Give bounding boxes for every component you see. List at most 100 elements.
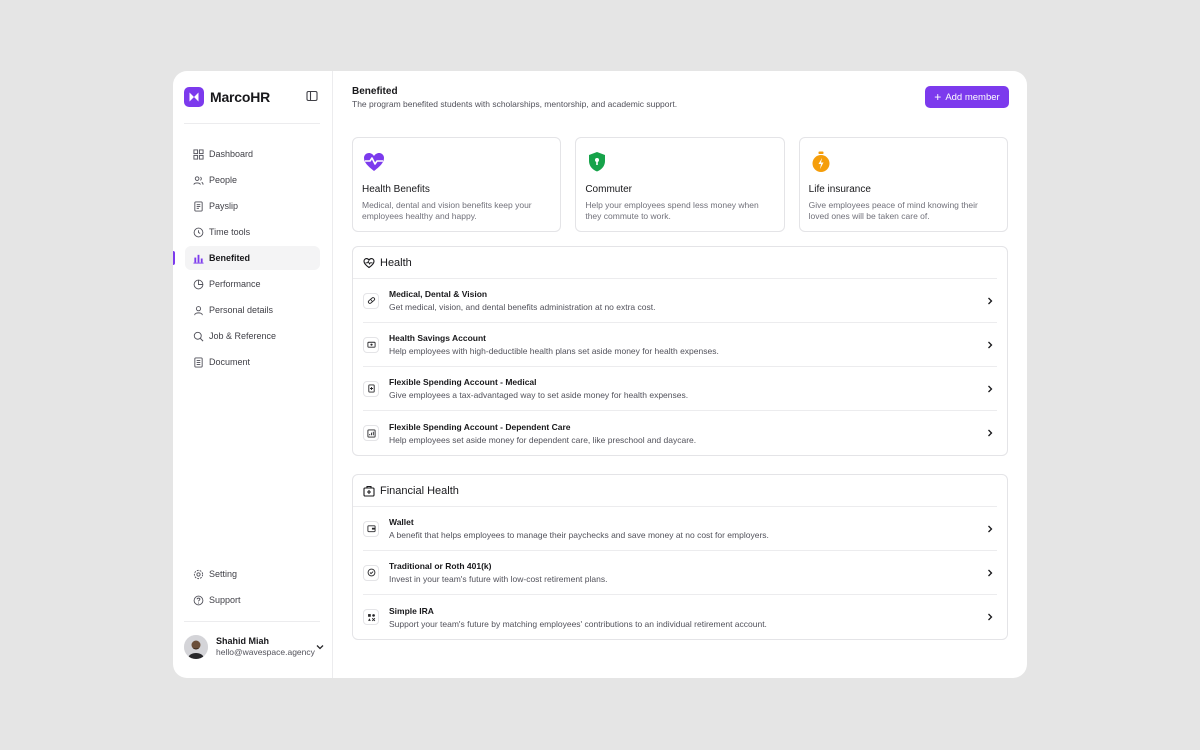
chevron-right-icon[interactable]	[985, 340, 995, 350]
sidebar-item-benefited[interactable]: Benefited	[173, 246, 320, 270]
list-item[interactable]: Wallet A benefit that helps employees to…	[363, 507, 997, 551]
heart-pulse-icon	[362, 150, 386, 174]
list-item[interactable]: Medical, Dental & Vision Get medical, vi…	[363, 279, 997, 323]
chevron-right-icon[interactable]	[985, 568, 995, 578]
add-member-label: Add member	[945, 91, 1000, 103]
search-icon	[193, 331, 204, 341]
sidebar-item-label: Performance	[209, 279, 261, 289]
card-health-benefits[interactable]: Health Benefits Medical, dental and visi…	[352, 137, 562, 232]
logo-icon	[184, 87, 204, 107]
clock-icon	[193, 227, 204, 237]
document-icon	[194, 356, 203, 368]
sidebar-item-label: Support	[209, 595, 241, 605]
page-subtitle: The program benefited students with scho…	[352, 99, 678, 109]
avatar	[184, 635, 208, 659]
user-profile[interactable]: Shahid Miah hello@wavespace.agency	[184, 635, 324, 659]
sidebar-item-label: Time tools	[209, 227, 251, 237]
chevron-down-icon[interactable]	[315, 642, 325, 652]
section-title: Financial Health	[380, 484, 459, 497]
row-title: Traditional or Roth 401(k)	[389, 561, 492, 571]
app-window: MarcoHR Dashboard People Payslip Time to…	[173, 71, 1027, 678]
pill-icon	[363, 292, 379, 309]
row-title: Flexible Spending Account - Medical	[389, 377, 537, 387]
row-description: Help employees with high-deductible heal…	[389, 346, 719, 356]
sidebar-item-people[interactable]: People	[185, 168, 320, 192]
plus-icon: +	[934, 90, 942, 104]
card-description: Give employees peace of mind knowing the…	[808, 200, 978, 221]
card-description: Help your employees spend less money whe…	[585, 200, 759, 221]
brand-name: MarcoHR	[210, 89, 271, 105]
card-title: Health Benefits	[362, 184, 430, 195]
sidebar-item-label: Benefited	[209, 253, 251, 263]
row-title: Simple IRA	[389, 605, 434, 616]
sidebar: MarcoHR Dashboard People Payslip Time to…	[173, 71, 333, 678]
chevron-right-icon[interactable]	[985, 296, 995, 306]
grid-icon	[193, 148, 204, 160]
sidebar-divider	[184, 123, 320, 124]
chevron-right-icon[interactable]	[985, 612, 995, 622]
main-content: Benefited The program benefited students…	[333, 71, 1027, 678]
sidebar-item-time-tools[interactable]: Time tools	[185, 220, 320, 244]
chart-box-icon	[363, 425, 379, 441]
financial-health-section: Financial Health Wallet A benefit that h…	[352, 474, 1008, 640]
sidebar-item-document[interactable]: Document	[185, 350, 320, 374]
chevron-right-icon[interactable]	[985, 524, 995, 534]
sidebar-item-setting[interactable]: Setting	[185, 562, 320, 586]
sidebar-divider	[184, 621, 320, 622]
sidebar-item-payslip[interactable]: Payslip	[185, 194, 320, 218]
sidebar-item-label: Document	[209, 357, 251, 367]
row-title: Medical, Dental & Vision	[389, 289, 488, 299]
wallet-icon	[363, 520, 379, 537]
sidebar-toggle-icon[interactable]	[306, 90, 320, 104]
user-email: hello@wavespace.agency	[216, 647, 315, 658]
sidebar-item-support[interactable]: Support	[185, 588, 320, 612]
row-description: Support your team's future by matching e…	[389, 618, 767, 629]
list-item[interactable]: Flexible Spending Account - Dependent Ca…	[363, 411, 997, 455]
card-description: Medical, dental and vision benefits keep…	[362, 200, 532, 221]
row-title: Flexible Spending Account - Dependent Ca…	[389, 421, 571, 432]
sidebar-item-label: Setting	[209, 569, 238, 579]
list-item[interactable]: Flexible Spending Account - Medical Give…	[363, 367, 997, 411]
sidebar-nav: Dashboard People Payslip Time tools Bene…	[173, 142, 320, 376]
chevron-right-icon[interactable]	[985, 428, 995, 438]
bar-chart-icon	[193, 254, 204, 264]
chevron-right-icon[interactable]	[985, 384, 995, 394]
heart-icon	[363, 257, 375, 268]
section-header: Financial Health	[353, 475, 997, 507]
sidebar-item-dashboard[interactable]: Dashboard	[185, 142, 320, 166]
sidebar-item-personal-details[interactable]: Personal details	[185, 298, 320, 322]
user-name: Shahid Miah	[216, 636, 270, 647]
sidebar-item-label: Dashboard	[209, 149, 254, 159]
page-header: Benefited The program benefited students…	[352, 86, 677, 109]
sidebar-item-job-reference[interactable]: Job & Reference	[185, 324, 320, 348]
add-member-button[interactable]: + Add member	[925, 86, 1009, 108]
sidebar-item-label: Job & Reference	[209, 331, 277, 341]
users-icon	[193, 175, 204, 185]
list-item[interactable]: Health Savings Account Help employees wi…	[363, 323, 997, 367]
medical-file-icon	[363, 380, 379, 397]
card-title: Life insurance	[808, 184, 871, 195]
row-description: Help employees set aside money for depen…	[389, 434, 697, 445]
list-item[interactable]: Simple IRA Support your team's future by…	[363, 595, 997, 639]
section-title: Health	[380, 256, 412, 269]
card-commuter[interactable]: Commuter Help your employees spend less …	[575, 137, 785, 232]
wallet-card-icon	[363, 336, 379, 353]
sidebar-item-label: Personal details	[209, 305, 274, 315]
page-title: Benefited	[352, 86, 398, 97]
shapes-icon	[363, 609, 379, 625]
help-icon	[193, 595, 204, 605]
card-life-insurance[interactable]: Life insurance Give employees peace of m…	[798, 137, 1008, 232]
user-icon	[194, 305, 203, 315]
row-description: Get medical, vision, and dental benefits…	[389, 302, 656, 312]
row-description: A benefit that helps employees to manage…	[389, 530, 769, 540]
check-circle-icon	[363, 564, 379, 581]
row-title: Wallet	[389, 517, 414, 527]
pie-chart-icon	[193, 279, 204, 289]
sidebar-item-label: People	[209, 175, 238, 185]
list-item[interactable]: Traditional or Roth 401(k) Invest in you…	[363, 551, 997, 595]
sidebar-item-performance[interactable]: Performance	[185, 272, 320, 296]
brand: MarcoHR	[184, 87, 320, 107]
medical-bag-icon	[363, 485, 375, 497]
card-title: Commuter	[585, 184, 633, 195]
row-description: Give employees a tax-advantaged way to s…	[389, 390, 689, 400]
